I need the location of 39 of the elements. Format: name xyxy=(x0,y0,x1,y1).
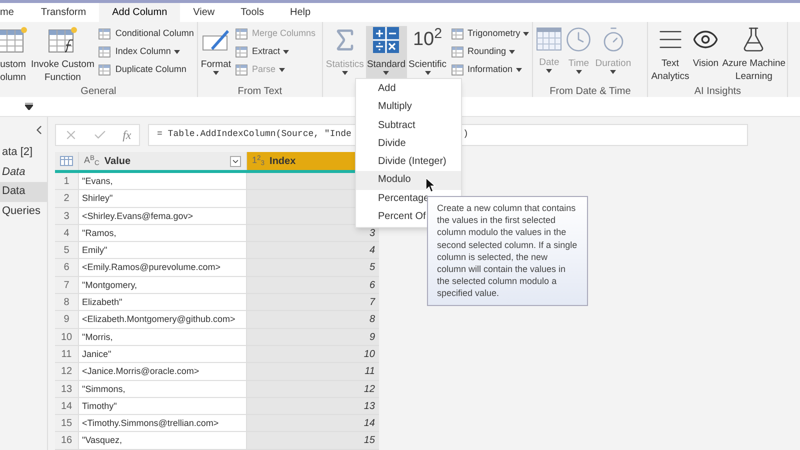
table-cell: 13 xyxy=(247,398,379,414)
table-cell: Timothy" xyxy=(79,398,247,414)
column-title: Value xyxy=(104,154,132,168)
table-cell: <Janice.Morris@oracle.com> xyxy=(79,363,247,380)
table-cell: 7 xyxy=(247,294,379,310)
formula-text: ) xyxy=(463,128,468,142)
table-cell: "Ramos, xyxy=(79,224,247,242)
group-label: From Date & Time xyxy=(550,86,631,98)
group-label: AI Insights xyxy=(694,86,742,98)
table-cell: 15 xyxy=(247,432,379,449)
table-cell: 9 xyxy=(247,328,379,345)
table-cell: "Vasquez, xyxy=(79,432,247,449)
column-title: Index xyxy=(270,154,297,168)
table-cell: "Morris, xyxy=(79,328,247,345)
tooltip: Create a new column that contains the values in the first selected column modulo the values in the second selected column. If a single column is selected, the new column will contain the values in the selected column modulo a specified value. xyxy=(427,196,588,306)
group-label: General xyxy=(80,86,116,98)
table-cell: <Emily.Ramos@purevolume.com> xyxy=(79,259,247,276)
table-cell: 4 xyxy=(247,242,379,258)
table-cell: Shirley" xyxy=(79,190,247,207)
table-cell: 14 xyxy=(247,415,379,432)
table-cell: <Timothy.Simmons@trellian.com> xyxy=(79,415,247,432)
table-cell: 10 xyxy=(247,346,379,362)
formula-text: = Table.AddIndexColumn(Source, "Inde xyxy=(157,128,352,142)
table-cell: 3 xyxy=(247,224,379,242)
table-cell: "Simmons, xyxy=(79,380,247,397)
table-cell: Emily" xyxy=(79,242,247,258)
table-cell: "Evans, xyxy=(79,173,247,190)
table-cell: 11 xyxy=(247,363,379,380)
table-cell: "Montgomery, xyxy=(79,276,247,294)
table-cell: 5 xyxy=(247,259,379,276)
table-cell: <Shirley.Evans@fema.gov> xyxy=(79,208,247,224)
group-label: From Text xyxy=(238,86,282,98)
table-cell: 8 xyxy=(247,311,379,328)
exponent-glyph: 10$^{2}$ xyxy=(412,26,442,52)
table-cell: 12 xyxy=(247,380,379,397)
table-cell: Elizabeth" xyxy=(79,294,247,310)
table-cell: 6 xyxy=(247,276,379,294)
table-cell: <Elizabeth.Montgomery@github.com> xyxy=(79,311,247,328)
table-cell: Janice" xyxy=(79,346,247,362)
